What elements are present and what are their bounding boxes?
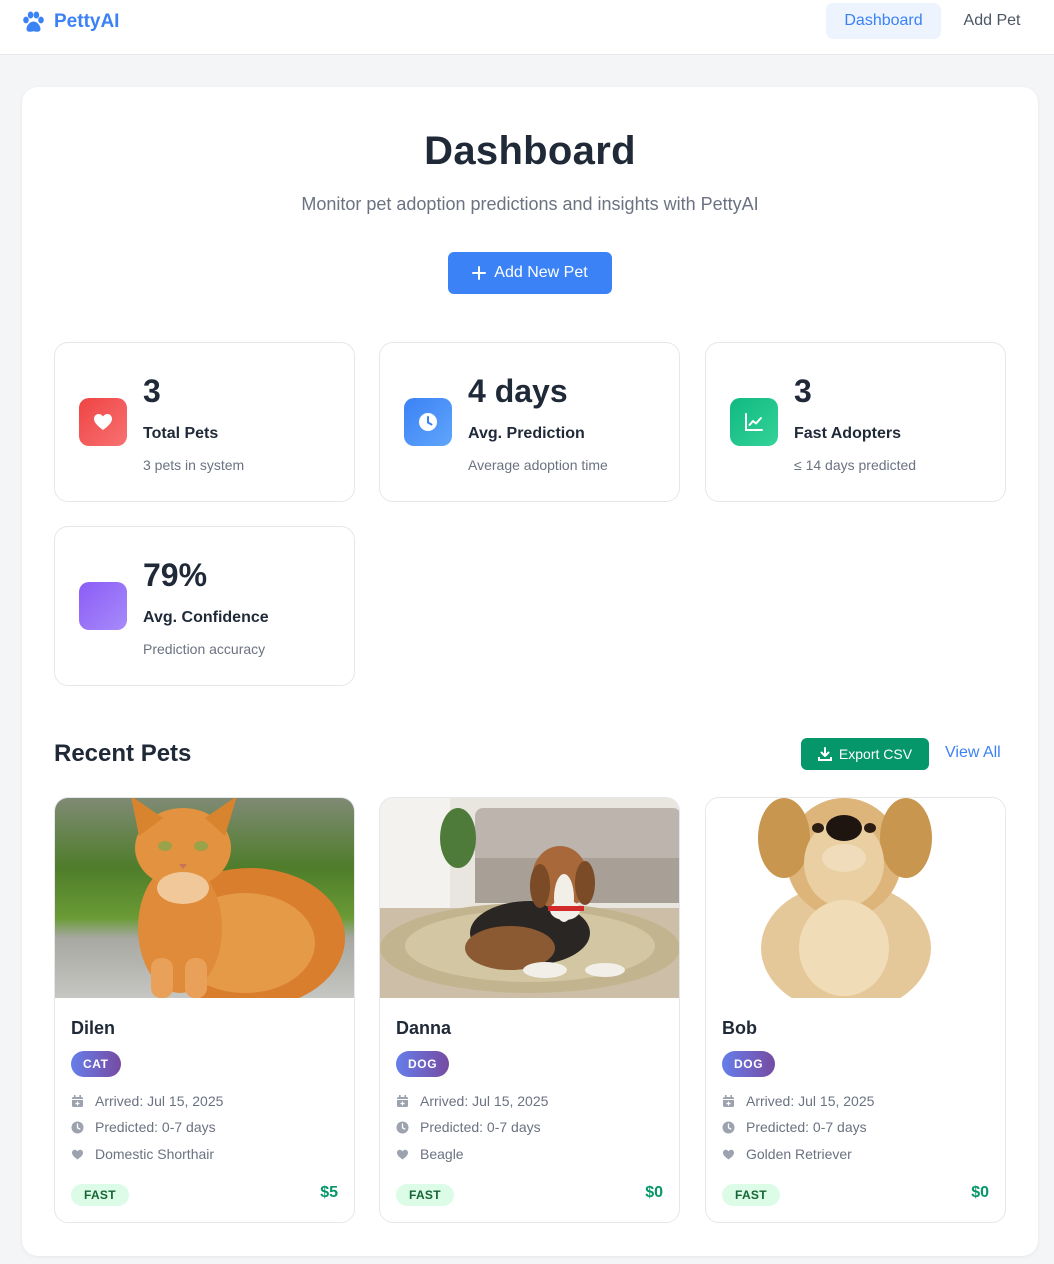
pet-photo-cat xyxy=(55,798,354,998)
pet-card-bob[interactable]: Bob DOG Arrived: Jul 15, 2025 Predicted:… xyxy=(705,797,1006,1223)
stat-icon-box xyxy=(404,398,452,446)
stat-subtext: Prediction accuracy xyxy=(143,641,266,657)
plus-icon xyxy=(472,266,487,280)
calendar-icon xyxy=(72,1094,83,1107)
recent-pets-title: Recent Pets xyxy=(54,740,192,767)
pet-breed-row: Domestic Shorthair xyxy=(71,1144,214,1164)
pet-arrived-text: Arrived: Jul 15, 2025 xyxy=(95,1093,224,1109)
heart-icon xyxy=(397,1149,408,1159)
stat-value: 79% xyxy=(143,557,208,593)
species-badge: DOG xyxy=(722,1051,776,1077)
pet-predicted-row: Predicted: 0-7 days xyxy=(71,1117,216,1137)
pet-arrived-row: Arrived: Jul 15, 2025 xyxy=(722,1091,874,1111)
adoption-speed-badge: FAST xyxy=(396,1184,454,1206)
heart-icon xyxy=(94,414,112,430)
adoption-speed-badge: FAST xyxy=(722,1184,780,1206)
pet-arrived-row: Arrived: Jul 15, 2025 xyxy=(396,1091,548,1111)
stat-label: Avg. Prediction xyxy=(468,425,585,442)
stat-card-fast-adopters: 3 Fast Adopters ≤ 14 days predicted xyxy=(705,342,1006,502)
pet-arrived-text: Arrived: Jul 15, 2025 xyxy=(746,1093,875,1109)
page-subtitle: Monitor pet adoption predictions and ins… xyxy=(301,194,759,214)
stat-value: 3 xyxy=(794,373,812,409)
pet-photo-golden-retriever xyxy=(706,798,1005,998)
brand-logo[interactable]: PettyAI xyxy=(21,9,119,35)
pet-predicted-row: Predicted: 0-7 days xyxy=(396,1117,541,1137)
brand-name: PettyAI xyxy=(54,11,120,32)
stat-card-avg-prediction: 4 days Avg. Prediction Average adoption … xyxy=(379,342,680,502)
pet-fee: $0 xyxy=(971,1184,989,1201)
add-new-pet-button[interactable]: Add New Pet xyxy=(448,252,612,294)
page-title: Dashboard xyxy=(424,129,636,173)
pet-breed-row: Beagle xyxy=(396,1144,464,1164)
pet-name: Bob xyxy=(722,1018,757,1038)
chart-line-icon xyxy=(745,413,763,431)
pet-name: Danna xyxy=(396,1018,452,1038)
paw-icon xyxy=(23,11,44,32)
clock-icon xyxy=(722,1121,735,1133)
export-csv-label: Export CSV xyxy=(838,746,913,762)
pet-breed-text: Golden Retriever xyxy=(746,1146,852,1162)
clock-icon xyxy=(419,413,437,431)
stat-icon-box xyxy=(730,398,778,446)
pet-breed-text: Domestic Shorthair xyxy=(95,1146,215,1162)
heart-icon xyxy=(723,1149,734,1159)
species-badge: CAT xyxy=(71,1051,121,1077)
pet-predicted-text: Predicted: 0-7 days xyxy=(420,1119,541,1135)
top-navbar: PettyAI Dashboard Add Pet xyxy=(0,0,1054,55)
pet-breed-row: Golden Retriever xyxy=(722,1144,852,1164)
nav-add-pet-link[interactable]: Add Pet xyxy=(945,3,1039,39)
pet-breed-text: Beagle xyxy=(420,1146,464,1162)
pet-arrived-text: Arrived: Jul 15, 2025 xyxy=(420,1093,549,1109)
stat-label: Total Pets xyxy=(143,425,219,442)
pet-name: Dilen xyxy=(71,1018,116,1038)
dashboard-panel: Dashboard Monitor pet adoption predictio… xyxy=(22,87,1038,1256)
pet-fee: $0 xyxy=(645,1184,663,1201)
pet-card-danna[interactable]: Danna DOG Arrived: Jul 15, 2025 Predicte… xyxy=(379,797,680,1223)
stat-subtext: ≤ 14 days predicted xyxy=(794,457,917,473)
stat-card-total-pets: 3 Total Pets 3 pets in system xyxy=(54,342,355,502)
add-new-pet-label: Add New Pet xyxy=(494,264,588,281)
calendar-icon xyxy=(397,1094,408,1107)
pet-fee: $5 xyxy=(320,1184,338,1201)
stat-label: Fast Adopters xyxy=(794,425,901,442)
stat-icon-box xyxy=(79,582,127,630)
export-csv-button[interactable]: Export CSV xyxy=(801,738,929,770)
pet-predicted-text: Predicted: 0-7 days xyxy=(746,1119,867,1135)
heart-icon xyxy=(72,1149,83,1159)
view-all-link[interactable]: View All xyxy=(945,744,1001,762)
pet-card-dilen[interactable]: Dilen CAT Arrived: Jul 15, 2025 Predicte… xyxy=(54,797,355,1223)
clock-icon xyxy=(396,1121,409,1133)
calendar-icon xyxy=(723,1094,734,1107)
stat-subtext: Average adoption time xyxy=(468,457,608,473)
stat-icon-box xyxy=(79,398,127,446)
stat-label: Avg. Confidence xyxy=(143,609,269,626)
stat-subtext: 3 pets in system xyxy=(143,457,245,473)
nav-dashboard-link[interactable]: Dashboard xyxy=(826,3,941,39)
stat-value: 3 xyxy=(143,373,161,409)
stat-value: 4 days xyxy=(468,373,568,409)
adoption-speed-badge: FAST xyxy=(71,1184,129,1206)
stat-card-avg-confidence: 79% Avg. Confidence Prediction accuracy xyxy=(54,526,355,686)
download-icon xyxy=(817,747,832,761)
species-badge: DOG xyxy=(396,1051,450,1077)
pet-photo-beagle xyxy=(380,798,679,998)
pet-predicted-row: Predicted: 0-7 days xyxy=(722,1117,867,1137)
pet-predicted-text: Predicted: 0-7 days xyxy=(95,1119,216,1135)
clock-icon xyxy=(71,1121,84,1133)
pet-arrived-row: Arrived: Jul 15, 2025 xyxy=(71,1091,223,1111)
